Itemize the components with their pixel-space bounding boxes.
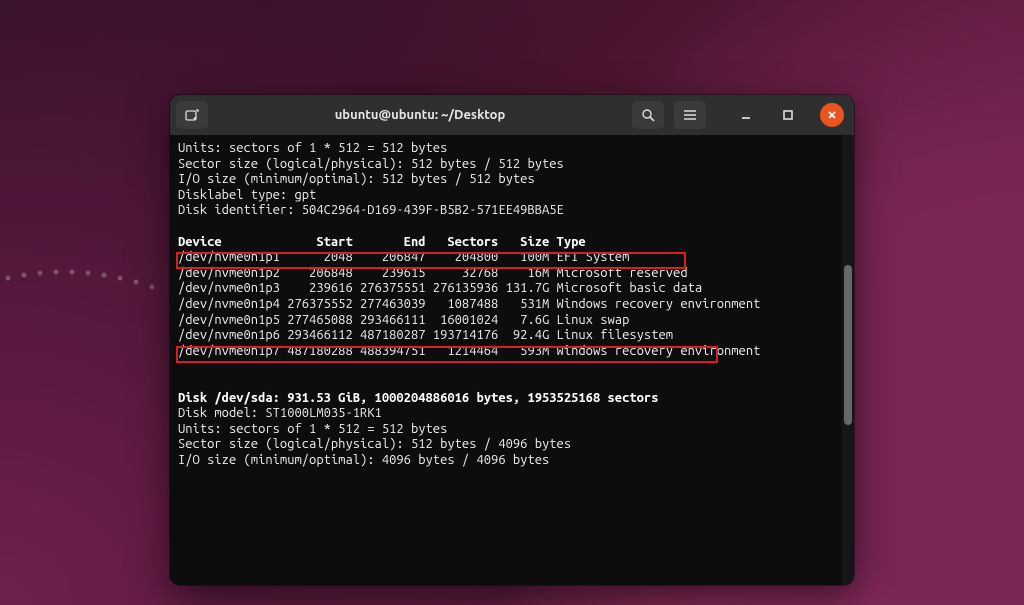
minimize-icon	[740, 109, 752, 121]
maximize-icon	[782, 109, 794, 121]
new-tab-button[interactable]	[176, 101, 208, 129]
titlebar[interactable]: ubuntu@ubuntu: ~/Desktop	[170, 95, 854, 135]
minimize-button[interactable]	[730, 101, 762, 129]
wallpaper-dots	[0, 250, 170, 330]
close-button[interactable]	[820, 103, 844, 127]
new-tab-icon	[185, 108, 199, 122]
menu-button[interactable]	[674, 101, 706, 129]
terminal-output: Units: sectors of 1 * 512 = 512 bytes Se…	[178, 141, 846, 468]
terminal-scrollbar[interactable]	[842, 135, 854, 585]
close-icon	[826, 109, 838, 121]
terminal-window: ubuntu@ubuntu: ~/Desktop	[170, 95, 854, 585]
hamburger-icon	[683, 109, 697, 121]
maximize-button[interactable]	[772, 101, 804, 129]
scrollbar-thumb[interactable]	[844, 265, 852, 425]
search-button[interactable]	[632, 101, 664, 129]
window-title: ubuntu@ubuntu: ~/Desktop	[214, 108, 626, 122]
terminal-body[interactable]: Units: sectors of 1 * 512 = 512 bytes Se…	[170, 135, 854, 585]
search-icon	[641, 108, 655, 122]
